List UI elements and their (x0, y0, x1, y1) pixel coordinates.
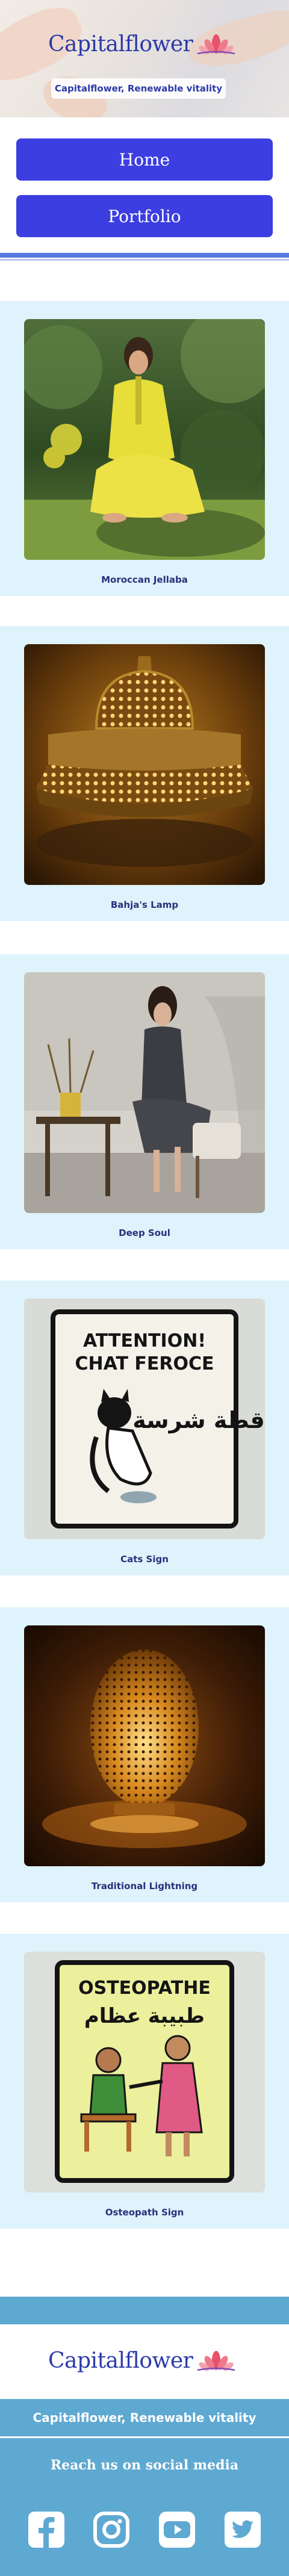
social-section: Reach us on social media (0, 2438, 289, 2576)
divider (0, 259, 289, 261)
nav-portfolio-button[interactable]: Portfolio (16, 195, 273, 237)
card-title: Moroccan Jellaba (101, 574, 188, 585)
social-heading: Reach us on social media (50, 2457, 239, 2473)
portfolio-card[interactable]: OSTEOPATHE طبيبة عظام Osteopath Sign (0, 1934, 289, 2229)
footer-tagline: Capitalflower, Renewable vitality (0, 2399, 289, 2436)
sign-arabic-text: قطة شرسة (132, 1407, 265, 1433)
cat-sign-photo[interactable]: ATTENTION! CHAT FEROCE قطة شرسة (24, 1299, 265, 1539)
portfolio-card[interactable]: Bahja's Lamp (0, 626, 289, 921)
sign-arabic-text: طبيبة عظام (84, 2004, 205, 2028)
footer-divider (0, 2297, 289, 2324)
lotus-icon (197, 2351, 235, 2371)
footer-brand-name: Capitalflower (48, 2348, 193, 2373)
card-title: Deep Soul (119, 1227, 170, 1238)
card-title: Bahja's Lamp (110, 899, 179, 910)
card-title: Cats Sign (120, 1554, 169, 1565)
osteopath-sign-photo[interactable]: OSTEOPATHE طبيبة عظام (24, 1952, 265, 2193)
woman-yellow-jellaba-photo[interactable] (24, 319, 265, 560)
brass-lamp-photo[interactable] (24, 644, 265, 885)
youtube-icon[interactable] (158, 2510, 196, 2549)
woman-seated-dark-dress-photo[interactable] (24, 972, 265, 1213)
brand-name: Capitalflower (48, 31, 193, 57)
divider (0, 253, 289, 258)
sign-text-line: ATTENTION! (83, 1330, 206, 1352)
instagram-icon[interactable] (92, 2510, 131, 2549)
portfolio-card[interactable]: ATTENTION! CHAT FEROCE قطة شرسة Cats Sig… (0, 1280, 289, 1575)
footer-brand-logo[interactable]: Capitalflower (48, 2345, 237, 2376)
card-title: Osteopath Sign (105, 2207, 184, 2218)
footer-logo-area: Capitalflower (0, 2324, 289, 2399)
twitter-icon[interactable] (223, 2510, 262, 2549)
nav-home-button[interactable]: Home (16, 138, 273, 181)
lotus-icon (197, 34, 235, 55)
egg-lantern-photo[interactable] (24, 1625, 265, 1866)
portfolio-card[interactable]: Traditional Lightning (0, 1607, 289, 1902)
sign-text-line: CHAT FEROCE (75, 1353, 214, 1374)
brand-logo[interactable]: Capitalflower (48, 29, 237, 59)
sign-text-line: OSTEOPATHE (78, 1978, 211, 1999)
facebook-icon[interactable] (27, 2510, 66, 2549)
portfolio-card[interactable]: Deep Soul (0, 954, 289, 1249)
portfolio-card[interactable]: Moroccan Jellaba (0, 301, 289, 596)
card-title: Traditional Lightning (91, 1881, 198, 1892)
hero-banner: Capitalflower Capitalflower, Renewable v… (0, 0, 289, 117)
hero-tagline: Capitalflower, Renewable vitality (51, 78, 226, 99)
